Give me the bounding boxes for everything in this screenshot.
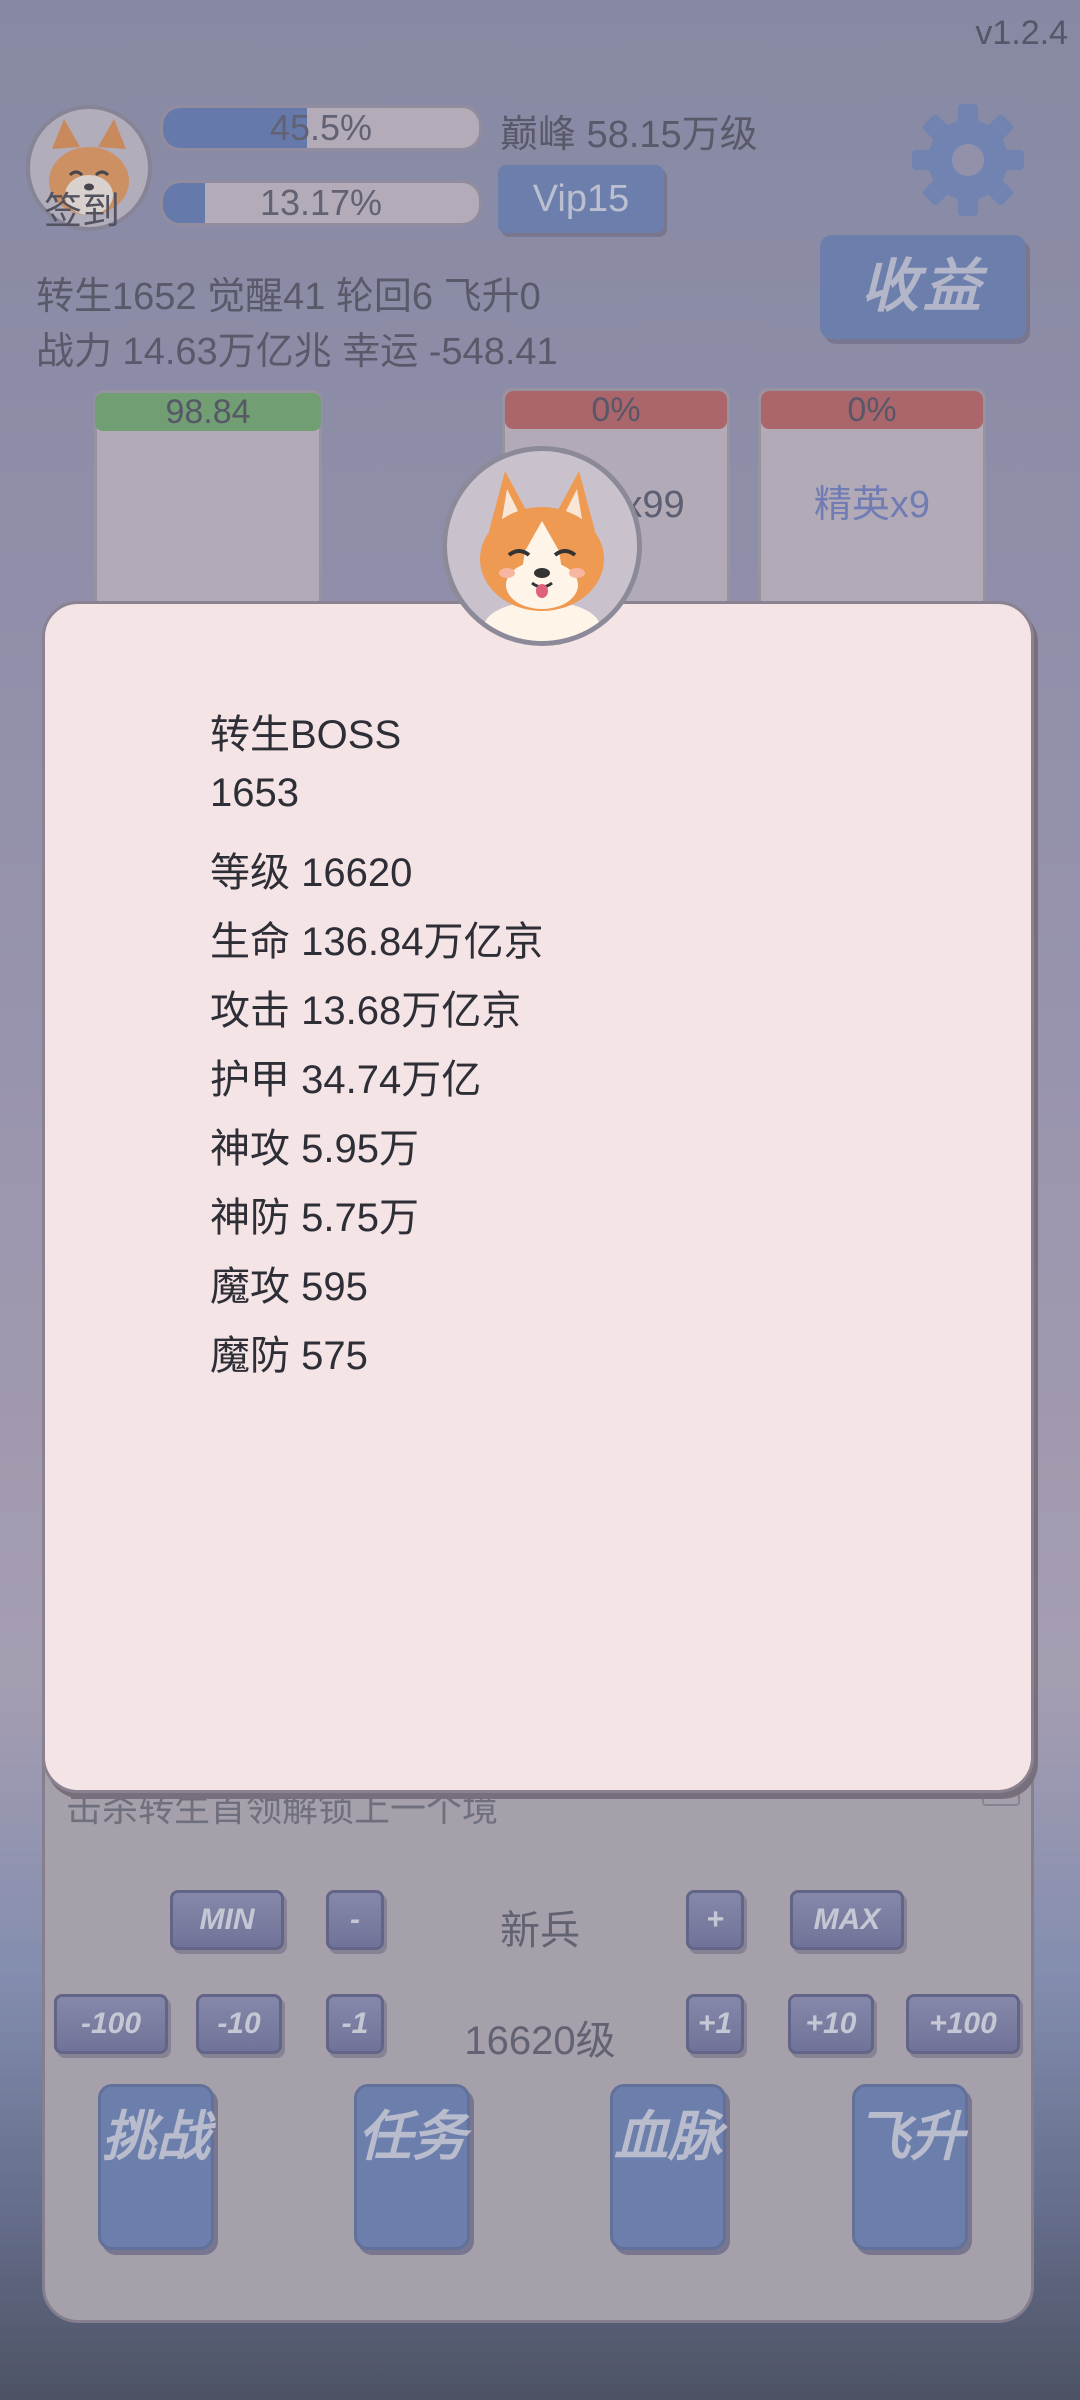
income-button[interactable]: 收益 bbox=[820, 235, 1026, 339]
elite-card[interactable]: 0% 精英x9 bbox=[758, 388, 986, 616]
elite-progress-badge: 0% bbox=[761, 391, 983, 429]
boss-info-line: 魔防 575 bbox=[210, 1334, 368, 1378]
version-label: v1.2.4 bbox=[975, 14, 1068, 52]
boss-info-line: 1653 bbox=[210, 771, 299, 815]
settings-button[interactable] bbox=[908, 100, 1028, 220]
player-hp-badge: 98.84 bbox=[95, 393, 321, 431]
minus-100-button[interactable]: -100 bbox=[54, 1994, 168, 2054]
gear-icon bbox=[912, 104, 1024, 216]
boss-info-line: 生命 136.84万亿京 bbox=[210, 920, 544, 964]
power-luck-stats: 战力 14.63万亿兆 幸运 -548.41 bbox=[36, 331, 558, 373]
rank-label: 新兵 bbox=[500, 1909, 580, 1953]
bloodline-button[interactable]: 血脉 bbox=[610, 2084, 726, 2250]
ascend-button[interactable]: 飞升 bbox=[852, 2084, 968, 2250]
progress-bar: 13.17% bbox=[160, 180, 482, 226]
player-card[interactable]: 98.84 bbox=[94, 390, 322, 616]
minus-1-button[interactable]: -1 bbox=[326, 1994, 384, 2054]
challenge-button[interactable]: 挑战 bbox=[98, 2084, 214, 2250]
boss-info-line: 护甲 34.74万亿 bbox=[210, 1058, 482, 1102]
plus-1-button[interactable]: +1 bbox=[686, 1994, 744, 2054]
boss-avatar bbox=[442, 446, 642, 646]
boss-info-line: 神攻 5.95万 bbox=[210, 1127, 419, 1171]
level-label: 16620级 bbox=[464, 2019, 616, 2063]
plus-button[interactable]: + bbox=[686, 1890, 744, 1950]
plus-10-button[interactable]: +10 bbox=[788, 1994, 874, 2054]
minus-10-button[interactable]: -10 bbox=[196, 1994, 282, 2054]
vip-button[interactable]: Vip15 bbox=[498, 165, 664, 233]
rebirth-stats: 转生1652 觉醒41 轮回6 飞升0 bbox=[36, 276, 541, 318]
elite-label: 精英x9 bbox=[813, 484, 931, 526]
boss-info-line: 魔攻 595 bbox=[210, 1265, 368, 1309]
progress-percent: 13.17% bbox=[259, 182, 383, 223]
corgi-icon bbox=[480, 471, 604, 641]
experience-bar: 45.5% bbox=[160, 105, 482, 151]
boss-info-line: 攻击 13.68万亿京 bbox=[210, 989, 522, 1033]
player-hp-value: 98.84 bbox=[165, 393, 251, 431]
signin-label[interactable]: 签到 bbox=[44, 180, 120, 235]
minus-button[interactable]: - bbox=[326, 1890, 384, 1950]
boss-info-line: 神防 5.75万 bbox=[210, 1196, 419, 1240]
monster-progress-badge: 0% bbox=[505, 391, 727, 429]
min-button[interactable]: MIN bbox=[170, 1890, 284, 1950]
elite-progress: 0% bbox=[847, 391, 897, 429]
plus-100-button[interactable]: +100 bbox=[906, 1994, 1020, 2054]
boss-info-line: 转生BOSS bbox=[210, 713, 402, 757]
peak-level: 巅峰 58.15万级 bbox=[500, 114, 758, 156]
experience-percent: 45.5% bbox=[269, 107, 373, 148]
monster-progress: 0% bbox=[591, 391, 641, 429]
boss-info-modal bbox=[42, 601, 1034, 1793]
boss-info-line: 等级 16620 bbox=[210, 851, 413, 895]
task-button[interactable]: 任务 bbox=[354, 2084, 470, 2250]
max-button[interactable]: MAX bbox=[790, 1890, 904, 1950]
